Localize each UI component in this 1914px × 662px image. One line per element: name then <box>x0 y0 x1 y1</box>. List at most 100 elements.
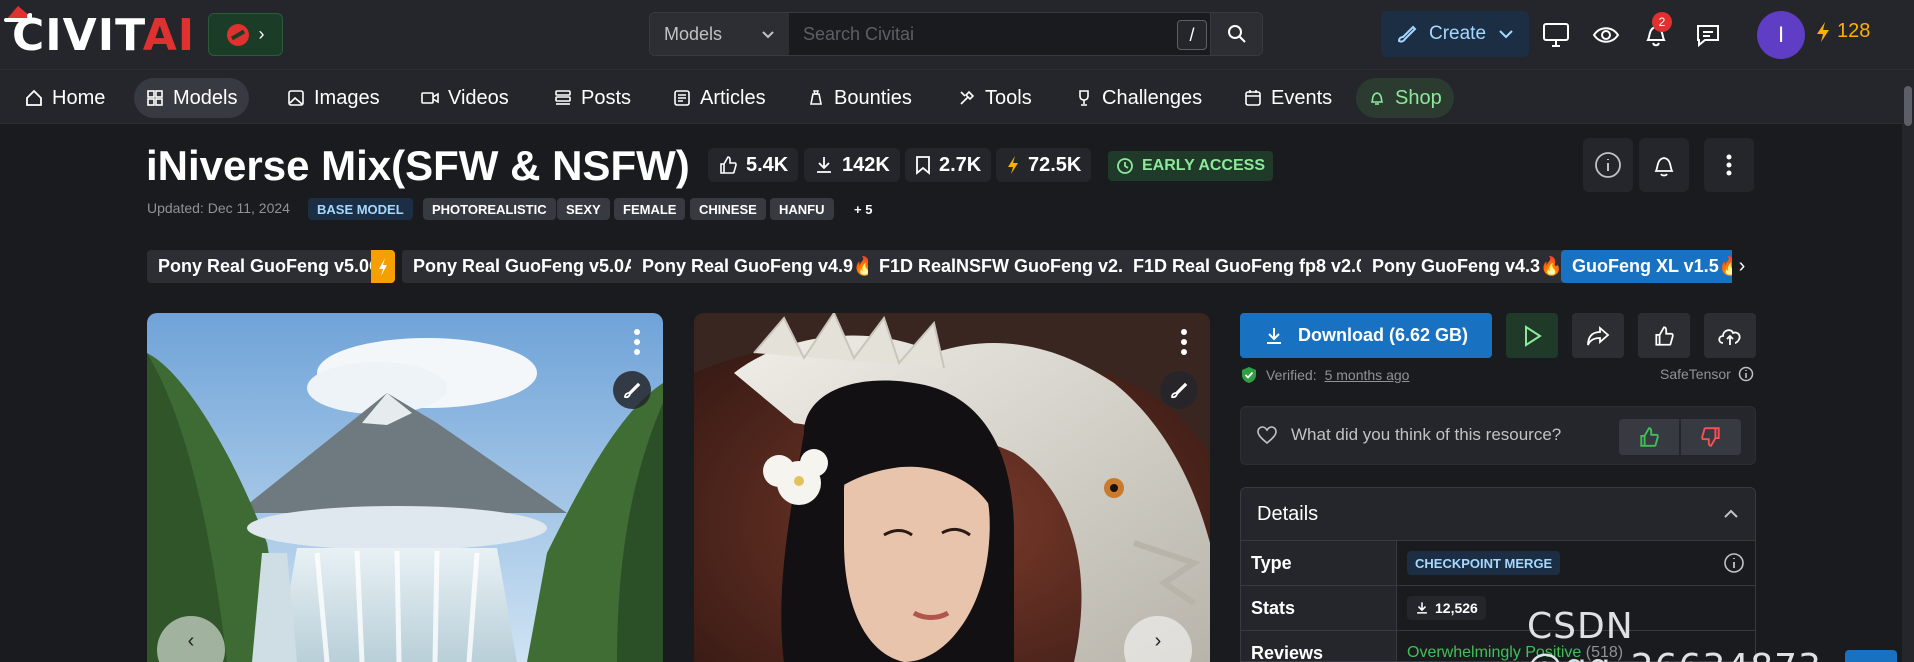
tag-more[interactable]: + 5 <box>845 198 881 220</box>
home-icon <box>26 89 42 106</box>
tag-female[interactable]: FEMALE <box>614 198 686 220</box>
civitai-logo[interactable]: CIVITAI <box>12 14 195 58</box>
version-tab[interactable]: Pony Real GuoFeng v5.0A <box>402 250 649 283</box>
follow-notify-button[interactable] <box>1639 138 1689 192</box>
list-icon <box>555 90 571 105</box>
share-button[interactable] <box>1572 313 1624 358</box>
details-header[interactable]: Details <box>1241 488 1755 541</box>
verified-label: Verified: <box>1266 367 1317 383</box>
version-tab[interactable]: Pony Real GuoFeng v5.0C <box>147 250 394 283</box>
search-button[interactable] <box>1210 13 1262 55</box>
video-icon <box>421 92 439 104</box>
more-options-button[interactable] <box>1704 138 1754 192</box>
bookmark-icon <box>916 156 930 175</box>
chevron-right-icon[interactable]: › <box>1732 250 1752 283</box>
nav-item-challenges[interactable]: Challenges <box>1063 78 1214 118</box>
nav-item-bounties[interactable]: Bounties <box>795 78 924 118</box>
nav-item-posts[interactable]: Posts <box>542 78 643 118</box>
tag-chinese[interactable]: CHINESE <box>690 198 766 220</box>
tag-sexy[interactable]: SEXY <box>557 198 610 220</box>
version-tab-active[interactable]: GuoFeng XL v1.5🔥 <box>1561 250 1753 283</box>
nav-label: Challenges <box>1102 86 1203 109</box>
tag-hanfu[interactable]: HANFU <box>770 198 834 220</box>
info-icon[interactable] <box>1738 366 1754 382</box>
top-header: CIVITAI › Models / Create 2 I 128 <box>0 0 1914 70</box>
monitor-icon[interactable] <box>1541 20 1571 50</box>
gallery-image-portrait[interactable]: › <box>694 313 1210 662</box>
details-key: Type <box>1241 541 1397 585</box>
chevron-right-icon: › <box>258 24 265 44</box>
nav-item-home[interactable]: Home <box>13 78 117 118</box>
brand-switcher-button[interactable]: › <box>208 13 283 56</box>
scrollbar-thumb[interactable] <box>1904 86 1912 126</box>
buzz-balance[interactable]: 128 <box>1815 20 1870 43</box>
image-options-button[interactable] <box>1172 327 1196 357</box>
search-input[interactable] <box>789 13 1210 55</box>
thumbs-down-review-button[interactable] <box>1681 419 1741 455</box>
trophy-icon <box>1079 90 1089 106</box>
download-label: Download (6.62 GB) <box>1297 325 1468 345</box>
details-key: Reviews <box>1241 631 1397 661</box>
remix-brush-icon[interactable] <box>1160 371 1198 409</box>
downloads-count: 142K <box>842 153 890 176</box>
create-button[interactable]: Create <box>1381 11 1529 57</box>
nav-item-tools[interactable]: Tools <box>946 78 1044 118</box>
user-avatar[interactable]: I <box>1757 11 1805 59</box>
nav-item-articles[interactable]: Articles <box>661 78 778 118</box>
floating-action-button[interactable] <box>1845 650 1897 662</box>
woman-dragon-image <box>694 313 1210 662</box>
buzz-stat: 72.5K <box>996 148 1092 182</box>
image-options-button[interactable] <box>625 327 649 357</box>
gallery-image-landscape[interactable]: ‹ <box>147 313 663 662</box>
thumbs-up-icon <box>1655 325 1674 346</box>
brand-red-icon <box>226 23 249 46</box>
remix-brush-icon[interactable] <box>613 371 651 409</box>
nav-item-models[interactable]: Models <box>134 78 250 118</box>
chat-icon[interactable] <box>1693 20 1723 50</box>
info-button[interactable] <box>1583 138 1633 192</box>
download-button[interactable]: Download (6.62 GB) <box>1240 313 1492 358</box>
eye-icon[interactable] <box>1591 20 1621 50</box>
info-icon[interactable] <box>1723 552 1745 574</box>
model-title: iNiverse Mix(SFW & NSFW) <box>146 142 690 189</box>
nav-item-images[interactable]: Images <box>275 78 392 118</box>
nav-label: Models <box>173 86 238 109</box>
version-tab[interactable]: Pony GuoFeng v4.3🔥 <box>1361 250 1574 283</box>
download-icon <box>1417 602 1427 614</box>
bell-shop-icon <box>1370 92 1384 105</box>
nav-item-videos[interactable]: Videos <box>409 78 521 118</box>
early-access-badge: EARLY ACCESS <box>1108 151 1273 181</box>
run-play-button[interactable] <box>1506 313 1558 358</box>
thumbs-up-review-button[interactable] <box>1619 419 1679 455</box>
details-row-type: Type CHECKPOINT MERGE <box>1241 541 1755 586</box>
nav-label: Posts <box>581 86 632 109</box>
tag-base-model[interactable]: BASE MODEL <box>308 198 413 220</box>
nav-item-shop[interactable]: Shop <box>1356 78 1454 118</box>
cloud-upload-button[interactable] <box>1704 313 1756 358</box>
verified-time-link[interactable]: 5 months ago <box>1325 367 1410 383</box>
version-tab[interactable]: F1D Real GuoFeng fp8 v2.0 <box>1122 250 1378 283</box>
download-icon <box>817 157 831 173</box>
download-stat-value: 12,526 <box>1435 600 1478 616</box>
nav-label: Tools <box>985 86 1032 109</box>
chevron-down-icon <box>762 31 774 39</box>
version-tab[interactable]: Pony Real GuoFeng v4.9🔥 <box>631 250 887 283</box>
search-bar: Models / <box>649 12 1263 56</box>
search-category-select[interactable]: Models <box>650 13 789 55</box>
file-format-info: SafeTensor <box>1660 366 1754 382</box>
lightning-icon <box>1817 21 1829 42</box>
nav-label: Images <box>314 86 380 109</box>
share-icon <box>1587 325 1610 345</box>
grid-icon <box>147 90 163 106</box>
details-key: Stats <box>1241 586 1397 630</box>
version-tab[interactable]: F1D RealNSFW GuoFeng v2.1 <box>868 250 1145 283</box>
nav-item-events[interactable]: Events <box>1232 78 1344 118</box>
like-button[interactable] <box>1638 313 1690 358</box>
early-access-label: EARLY ACCESS <box>1142 157 1265 174</box>
chevron-down-icon[interactable] <box>1498 26 1514 42</box>
tag-photorealistic[interactable]: PHOTOREALISTIC <box>423 198 556 220</box>
updated-date: Updated: Dec 11, 2024 <box>147 200 290 216</box>
image-icon <box>288 90 304 106</box>
nav-label: Shop <box>1395 86 1442 109</box>
page-scrollbar[interactable] <box>1902 70 1914 662</box>
